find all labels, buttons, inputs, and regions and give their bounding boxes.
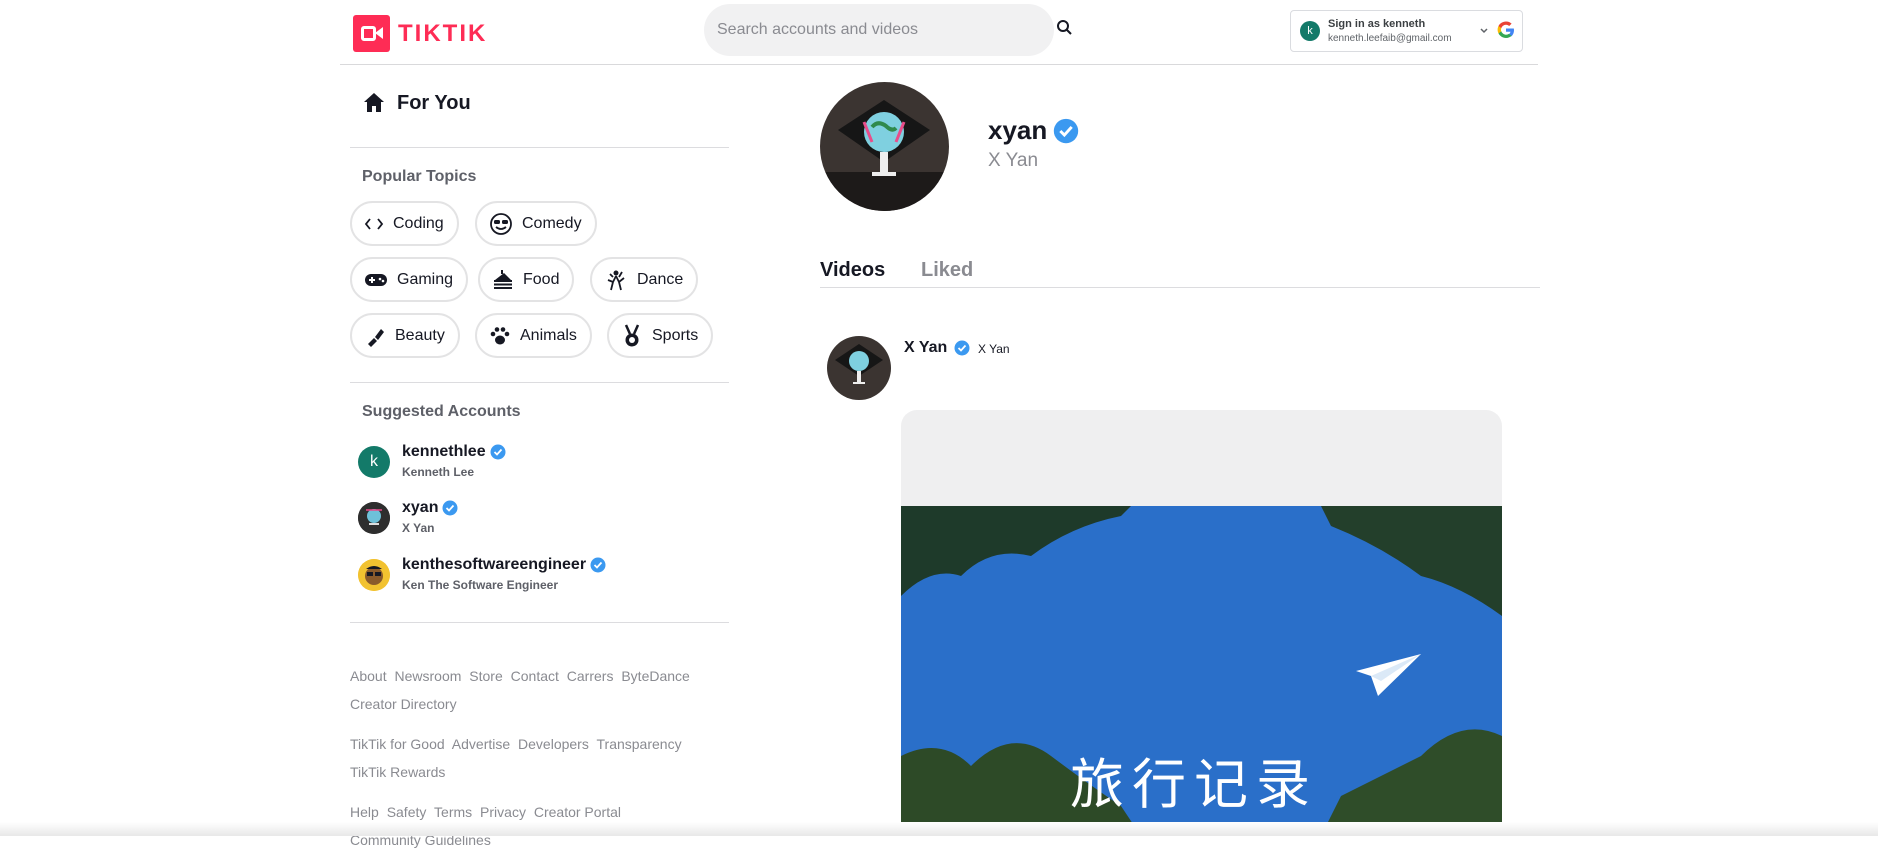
topic-beauty[interactable]: Beauty: [350, 313, 460, 358]
verified-icon: [954, 340, 970, 356]
avatar: [358, 559, 390, 591]
profile-username-text: xyan: [988, 115, 1048, 145]
account-username: xyan: [402, 499, 458, 517]
verified-icon: [590, 557, 606, 573]
verified-icon: [1054, 118, 1079, 143]
profile-avatar: [820, 82, 949, 211]
post-author-avatar[interactable]: [827, 336, 891, 400]
topic-label: Comedy: [522, 214, 582, 232]
account-nickname: X Yan: [402, 521, 435, 535]
avatar: k: [358, 446, 390, 478]
footer-link-store[interactable]: Store: [469, 668, 502, 684]
footer-link-tiktik-rewards[interactable]: TikTik Rewards: [350, 764, 445, 780]
account-username: kennethlee: [402, 443, 506, 461]
footer-link-contact[interactable]: Contact: [511, 668, 559, 684]
account-nickname: Ken The Software Engineer: [402, 578, 559, 592]
footer-link-terms[interactable]: Terms: [434, 804, 472, 820]
suggested-account-xyan[interactable]: xyan X Yan: [358, 499, 558, 539]
profile-username: xyan: [988, 115, 1079, 146]
bottom-edge: [0, 822, 1878, 836]
username-text: kenthesoftwareengineer: [402, 556, 587, 573]
topic-sports[interactable]: Sports: [607, 313, 714, 358]
topic-label: Coding: [393, 214, 444, 232]
divider: [350, 622, 729, 623]
post-author-name-text: X Yan: [904, 339, 948, 356]
footer-links-2: TikTik for Good Advertise Developers Tra…: [350, 730, 729, 786]
divider: [350, 382, 729, 383]
search-bar: [704, 4, 1054, 56]
footer-links-1: About Newsroom Store Contact Carrers Byt…: [350, 662, 729, 718]
chevron-down-icon: [1480, 28, 1488, 34]
search-icon[interactable]: [1055, 18, 1075, 38]
topic-food[interactable]: Food: [478, 257, 575, 302]
footer-link-tiktik-for-good[interactable]: TikTik for Good: [350, 736, 445, 752]
top-navbar: TIKTIK k Sign in as kenneth kenneth.leef…: [340, 0, 1538, 65]
footer-link-creator-portal[interactable]: Creator Portal: [534, 804, 621, 820]
footer-link-about[interactable]: About: [350, 668, 387, 684]
user-avatar: k: [1300, 21, 1320, 41]
code-icon: [364, 217, 384, 230]
footer-link-developers[interactable]: Developers: [518, 736, 589, 752]
post-author-name[interactable]: X Yan: [904, 339, 970, 357]
video-player[interactable]: 旅行记录: [901, 410, 1502, 836]
signin-title: Sign in as kenneth: [1328, 18, 1426, 30]
paw-icon: [490, 326, 510, 344]
verified-icon: [490, 444, 506, 460]
footer-link-privacy[interactable]: Privacy: [480, 804, 526, 820]
topic-label: Gaming: [397, 270, 454, 288]
for-you-link[interactable]: For You: [362, 91, 471, 115]
footer-link-transparency[interactable]: Transparency: [597, 736, 682, 752]
topic-comedy[interactable]: Comedy: [475, 201, 597, 246]
topic-label: Beauty: [395, 326, 445, 344]
video-caption: 旅行记录: [1070, 753, 1318, 816]
username-text: xyan: [402, 499, 439, 516]
topic-dance[interactable]: Dance: [590, 257, 699, 302]
google-signin-button[interactable]: k Sign in as kenneth kenneth.leefaib@gma…: [1290, 10, 1523, 52]
topic-label: Sports: [652, 326, 699, 344]
search-input[interactable]: [717, 4, 1037, 56]
sunglasses-face-icon: [490, 212, 512, 235]
topic-coding[interactable]: Coding: [350, 201, 459, 246]
topic-label: Food: [523, 270, 560, 288]
logo-icon: [353, 15, 390, 52]
profile-nickname: X Yan: [988, 150, 1039, 171]
footer-link-carrers[interactable]: Carrers: [567, 668, 614, 684]
dancer-icon: [607, 270, 625, 290]
suggested-accounts-title: Suggested Accounts: [362, 403, 521, 420]
topic-animals[interactable]: Animals: [475, 313, 592, 358]
medal-icon: [624, 323, 640, 346]
topic-label: Dance: [637, 270, 684, 288]
video-thumbnail: 旅行记录: [901, 506, 1502, 836]
lipstick-icon: [368, 328, 384, 347]
account-username: kenthesoftwareengineer: [402, 556, 606, 574]
topic-gaming[interactable]: Gaming: [350, 257, 469, 302]
post-author-nickname: X Yan: [978, 342, 1010, 356]
gamepad-icon: [365, 273, 387, 286]
username-text: kennethlee: [402, 443, 486, 460]
verified-icon: [442, 500, 458, 516]
divider: [350, 147, 729, 148]
home-icon: [364, 93, 384, 112]
footer-link-safety[interactable]: Safety: [387, 804, 427, 820]
footer-link-bytedance[interactable]: ByteDance: [621, 668, 689, 684]
tab-videos[interactable]: Videos: [820, 259, 885, 282]
for-you-label: For You: [397, 91, 471, 114]
signin-email: kenneth.leefaib@gmail.com: [1328, 33, 1452, 44]
footer-link-advertise[interactable]: Advertise: [452, 736, 510, 752]
logo[interactable]: TIKTIK: [353, 15, 487, 52]
suggested-account-kenthesoftwareengineer[interactable]: kenthesoftwareengineer Ken The Software …: [358, 556, 658, 596]
profile-tabs: Videos Liked: [820, 259, 1540, 288]
footer-link-creator-directory[interactable]: Creator Directory: [350, 696, 457, 712]
topic-label: Animals: [520, 326, 577, 344]
popular-topics-title: Popular Topics: [362, 168, 477, 185]
suggested-account-kennethlee[interactable]: k kennethlee Kenneth Lee: [358, 443, 558, 483]
avatar: [358, 502, 390, 534]
cake-icon: [494, 269, 512, 289]
tab-liked[interactable]: Liked: [921, 259, 973, 282]
google-icon: [1497, 21, 1514, 38]
footer-link-newsroom[interactable]: Newsroom: [394, 668, 461, 684]
logo-text: TIKTIK: [398, 19, 488, 47]
footer-link-help[interactable]: Help: [350, 804, 379, 820]
account-nickname: Kenneth Lee: [402, 465, 475, 479]
